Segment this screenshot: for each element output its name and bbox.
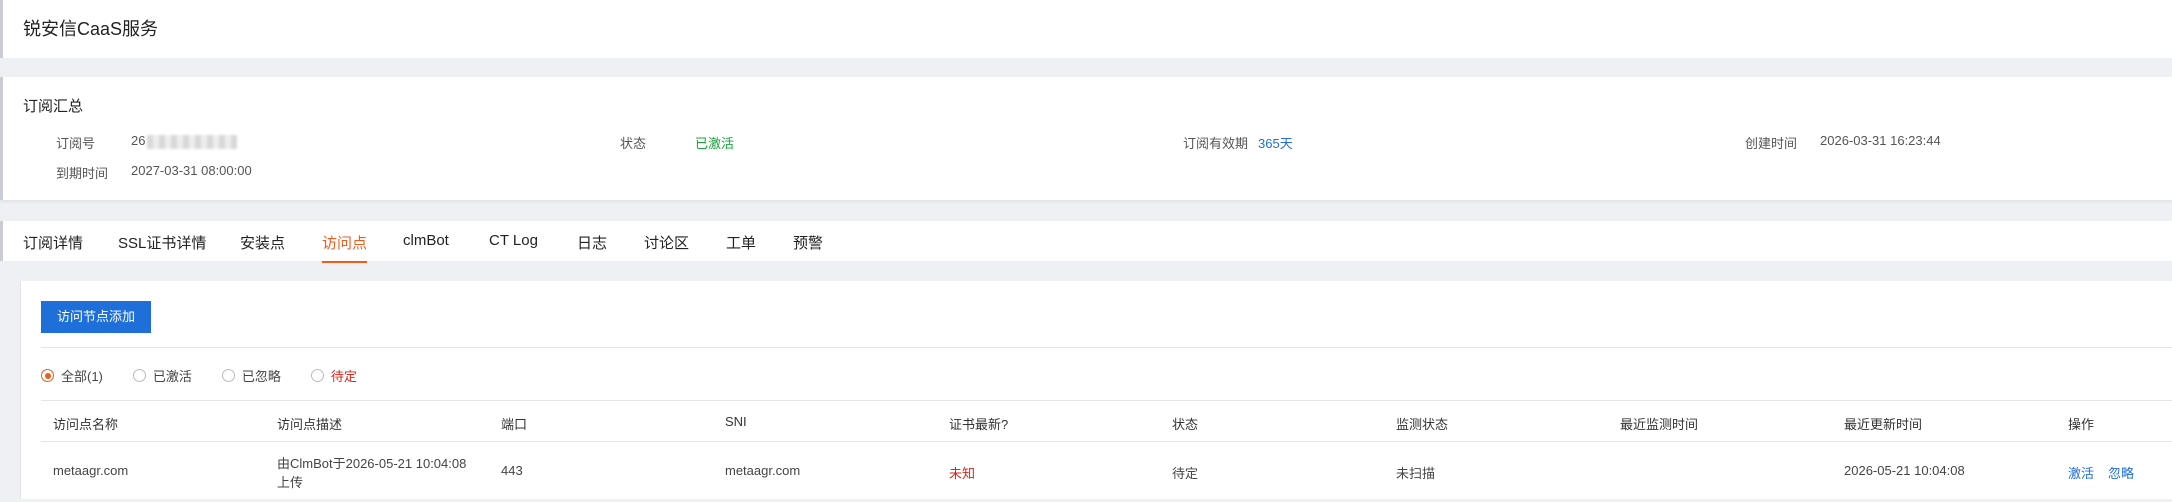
filter-activated-label: 已激活: [152, 369, 192, 384]
detail-tabs: 订阅详情 SSL证书详情 安装点 访问点 clmBot CT Log 日志 讨论…: [0, 221, 2172, 263]
filter-pending-radio[interactable]: 待定: [310, 366, 357, 385]
filter-ignored-label: 已忽略: [241, 369, 281, 384]
cell-desc: 由ClmBot于2026-05-21 10:04:08上传: [277, 456, 467, 490]
col-header-last-update: 最近更新时间: [1844, 417, 1923, 432]
tab-install-points[interactable]: 安装点: [240, 232, 285, 253]
table-header: 访问点名称 访问点描述 端口 SNI 证书最新? 状态 监测状态 最近监测时间 …: [41, 400, 2172, 442]
col-header-cert-latest: 证书最新?: [949, 417, 1009, 432]
validity-value: 365天: [1258, 136, 1293, 151]
activate-link[interactable]: 激活: [2068, 463, 2094, 482]
cell-port: 443: [501, 463, 523, 478]
created-time-label: 创建时间: [1745, 136, 1798, 151]
cell-monitor-status: 未扫描: [1396, 466, 1436, 481]
validity-label: 订阅有效期: [1183, 136, 1249, 151]
radio-unchecked-icon: [221, 369, 235, 382]
filter-activated-radio[interactable]: 已激活: [132, 366, 192, 385]
col-header-name: 访问点名称: [53, 417, 119, 432]
expire-time-value: 2027-03-31 08:00:00: [131, 163, 252, 178]
cell-last-update: 2026-05-21 10:04:08: [1844, 463, 1965, 478]
col-header-desc: 访问点描述: [277, 417, 343, 432]
cell-cert-latest: 未知: [949, 466, 976, 481]
expire-time-label: 到期时间: [56, 166, 109, 181]
radio-checked-icon: [41, 369, 54, 382]
tab-tickets[interactable]: 工单: [726, 232, 756, 253]
ignore-link[interactable]: 忽略: [2108, 463, 2134, 482]
table-row: metaagr.com 由ClmBot于2026-05-21 10:04:08上…: [41, 442, 2172, 502]
app-title: 锐安信CaaS服务: [23, 19, 159, 39]
order-number-field: 订阅号 26: [56, 133, 238, 152]
filter-all-radio[interactable]: 全部(1): [41, 366, 103, 385]
radio-unchecked-icon: [310, 369, 324, 382]
tab-alerts[interactable]: 预警: [793, 232, 823, 253]
radio-unchecked-icon: [132, 369, 146, 382]
created-time-value: 2026-03-31 16:23:44: [1820, 133, 1941, 148]
created-time-field: 创建时间 2026-03-31 16:23:44: [1745, 133, 1941, 152]
subscription-summary-panel: 订阅汇总 订阅号 26 状态 已激活 订阅有效期 365天 创建时间 2026-…: [0, 77, 2172, 200]
filter-all-label: 全部(1): [61, 369, 103, 384]
order-number-label: 订阅号: [56, 136, 96, 151]
col-header-last-monitor: 最近监测时间: [1620, 417, 1699, 432]
access-points-panel: 访问节点添加 全部(1) 已激活 已忽略 待定 访问点名称 访问点描述 端口 S…: [20, 281, 2172, 499]
status-field: 状态 已激活: [620, 133, 734, 152]
validity-field: 订阅有效期 365天: [1183, 133, 1293, 152]
tab-subscription-details[interactable]: 订阅详情: [23, 232, 83, 253]
divider: [41, 347, 2172, 348]
col-header-status: 状态: [1172, 417, 1199, 432]
summary-title: 订阅汇总: [23, 98, 84, 115]
status-value: 已激活: [695, 136, 735, 151]
filter-pending-label: 待定: [330, 369, 357, 384]
col-header-actions: 操作: [2068, 417, 2095, 432]
app-header: 锐安信CaaS服务: [0, 0, 2172, 58]
tab-clmbot[interactable]: clmBot: [403, 232, 449, 249]
cell-sni: metaagr.com: [725, 463, 801, 478]
access-points-table: 访问点名称 访问点描述 端口 SNI 证书最新? 状态 监测状态 最近监测时间 …: [41, 400, 2172, 502]
order-number-value: 26: [131, 133, 238, 152]
tab-ssl-cert-details[interactable]: SSL证书详情: [118, 232, 206, 253]
filter-ignored-radio[interactable]: 已忽略: [221, 366, 281, 385]
expire-time-field: 到期时间 2027-03-31 08:00:00: [56, 163, 252, 182]
cell-name: metaagr.com: [53, 463, 129, 478]
redacted-blur: [147, 134, 238, 149]
tab-access-points[interactable]: 访问点: [322, 232, 368, 263]
status-label: 状态: [620, 136, 647, 151]
col-header-port: 端口: [501, 417, 528, 432]
tab-discussion[interactable]: 讨论区: [644, 232, 689, 253]
tab-ct-log[interactable]: CT Log: [489, 232, 538, 249]
add-access-node-button[interactable]: 访问节点添加: [41, 301, 152, 333]
col-header-sni: SNI: [725, 414, 747, 429]
status-filter-group: 全部(1) 已激活 已忽略 待定: [41, 366, 387, 385]
tab-logs[interactable]: 日志: [577, 232, 607, 253]
col-header-monitor-status: 监测状态: [1396, 417, 1449, 432]
cell-status: 待定: [1172, 466, 1199, 481]
